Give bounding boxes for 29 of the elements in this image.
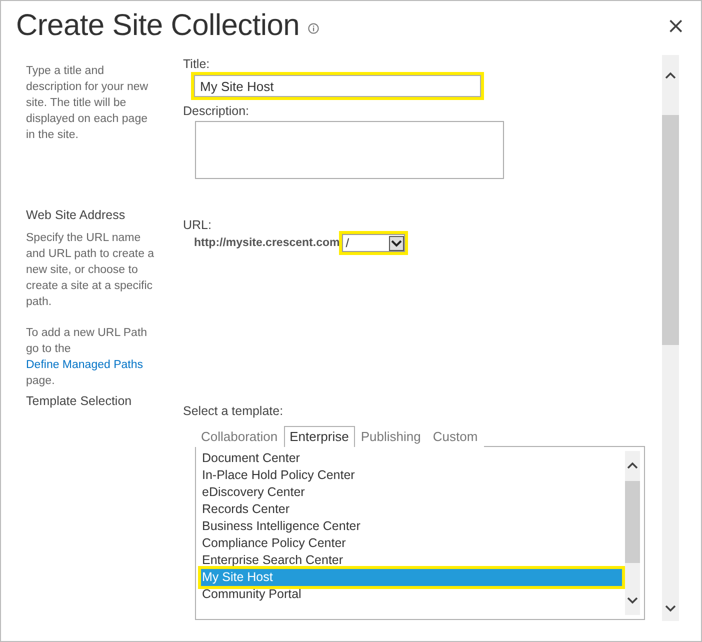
- title-input[interactable]: My Site Host: [191, 72, 484, 100]
- description-input[interactable]: [195, 121, 504, 179]
- field-label: Title:: [183, 57, 211, 71]
- template-item[interactable]: Community Portal: [201, 586, 622, 603]
- chevron-down-icon[interactable]: [388, 236, 404, 250]
- template-item[interactable]: Enterprise Search Center: [201, 552, 622, 569]
- template-item[interactable]: Business Intelligence Center: [201, 518, 622, 535]
- section-heading: Template Selection: [26, 394, 133, 408]
- page-scrollbar[interactable]: [662, 55, 679, 621]
- template-item[interactable]: Records Center: [201, 501, 622, 518]
- url-prefix: http://mysite.crescent.com: [194, 237, 340, 249]
- field-label: Description:: [183, 104, 250, 118]
- field-label: URL:: [183, 218, 212, 232]
- section-description: Type a title and description for your new site. The title will be displayed on each page in the site.: [26, 64, 150, 143]
- info-icon[interactable]: [308, 22, 319, 34]
- template-item[interactable]: In-Place Hold Policy Center: [201, 467, 622, 484]
- field-label: Select a template:: [183, 404, 284, 418]
- close-button[interactable]: ×: [662, 14, 689, 38]
- section-note: To add a new URL Path go to the Define Managed Paths page.: [26, 326, 148, 389]
- section-heading: Web Site Address: [26, 208, 126, 222]
- section-description: Specify the URL name and URL path to create a new site, or choose to create a site at a specific path.: [26, 231, 156, 310]
- list-scrollbar[interactable]: [625, 451, 640, 615]
- url-path-dropdown[interactable]: /: [342, 234, 405, 252]
- template-tab[interactable]: Enterprise: [284, 426, 355, 447]
- template-item[interactable]: Document Center: [201, 450, 622, 467]
- template-item[interactable]: Compliance Policy Center: [201, 535, 622, 552]
- define-managed-paths-link[interactable]: Define Managed Paths: [26, 359, 143, 371]
- dialog-title: Create Site Collection: [16, 9, 300, 43]
- template-item[interactable]: eDiscovery Center: [201, 484, 622, 501]
